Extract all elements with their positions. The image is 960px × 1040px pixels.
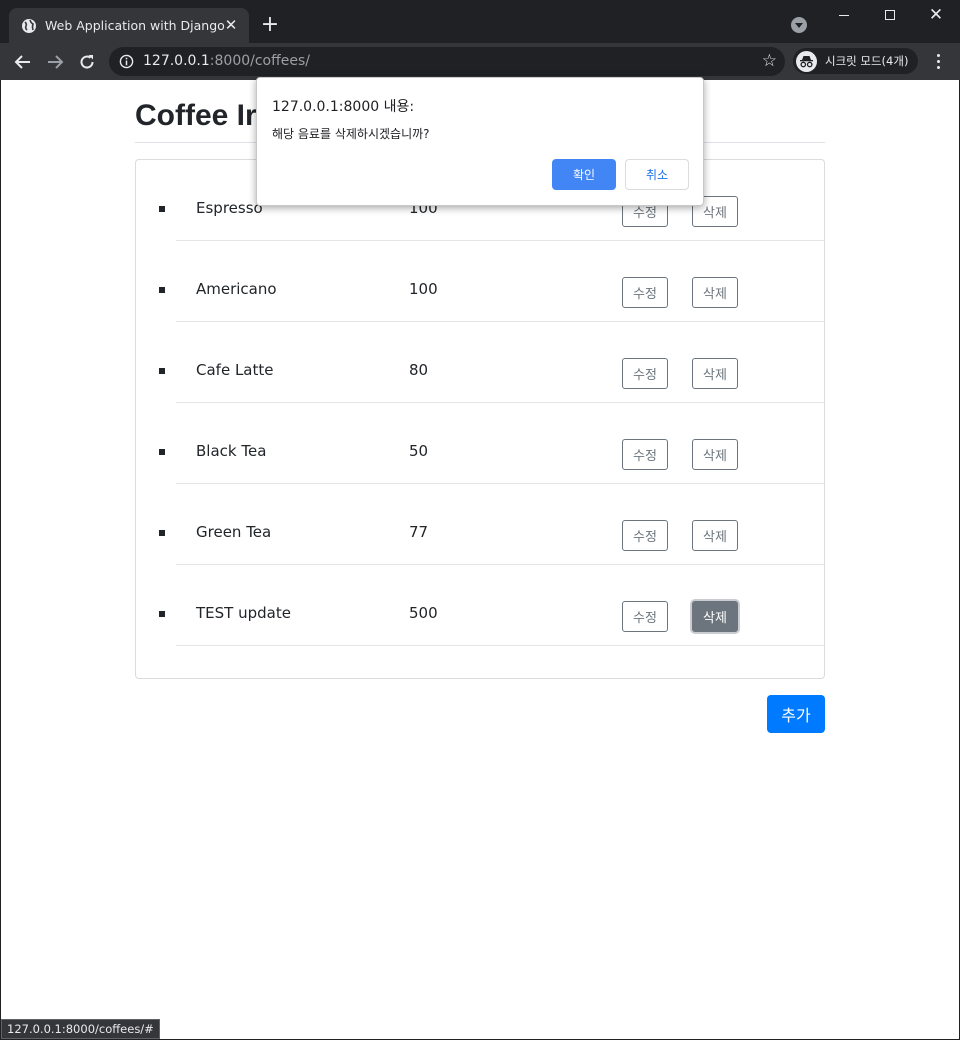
delete-button[interactable]: 삭제 — [692, 601, 738, 632]
link-status-bar: 127.0.0.1:8000/coffees/# — [1, 1019, 160, 1039]
coffee-list: Espresso 100 수정 삭제 Americano 100 수정 삭제 C… — [136, 160, 824, 646]
browser-tab[interactable]: Web Application with Django ✕ — [9, 8, 249, 43]
bullet-icon — [159, 449, 165, 455]
delete-button[interactable]: 삭제 — [692, 439, 738, 470]
coffee-list-card: Espresso 100 수정 삭제 Americano 100 수정 삭제 C… — [135, 159, 825, 679]
list-item: Americano 100 수정 삭제 — [136, 241, 824, 322]
item-price: 80 — [409, 361, 429, 379]
dialog-title: 127.0.0.1:8000 내용: — [272, 99, 415, 115]
browser-titlebar: Web Application with Django ✕ + ✕ — [0, 0, 960, 43]
list-item: Cafe Latte 80 수정 삭제 — [136, 322, 824, 403]
item-price: 77 — [409, 523, 429, 541]
browser-toolbar: 127.0.0.1:8000/coffees/ ☆ 시크릿 모드(4개) — [0, 43, 960, 80]
close-tab-icon[interactable]: ✕ — [223, 17, 239, 33]
edit-button[interactable]: 수정 — [622, 439, 668, 470]
page-title: Coffee Ir — [135, 99, 257, 132]
globe-icon — [22, 18, 36, 33]
tab-title: Web Application with Django — [45, 18, 225, 33]
page-viewport: Coffee Ir Espresso 100 수정 삭제 Americano 1… — [1, 80, 959, 1039]
incognito-icon — [796, 50, 817, 72]
incognito-label: 시크릿 모드(4개) — [825, 54, 909, 68]
item-name: Black Tea — [196, 442, 267, 460]
tab-search-icon[interactable] — [791, 17, 807, 33]
row-divider — [176, 645, 824, 646]
bookmark-star-icon[interactable]: ☆ — [762, 52, 777, 70]
bullet-icon — [159, 287, 165, 293]
item-name: Cafe Latte — [196, 361, 274, 379]
delete-button[interactable]: 삭제 — [692, 358, 738, 389]
item-name: Espresso — [196, 199, 263, 217]
maximize-icon[interactable] — [867, 0, 913, 30]
confirm-cancel-button[interactable]: 취소 — [625, 159, 689, 190]
bullet-icon — [159, 530, 165, 536]
back-arrow-icon[interactable] — [10, 49, 36, 75]
forward-arrow-icon[interactable] — [42, 49, 68, 75]
bullet-icon — [159, 611, 165, 617]
list-item: Black Tea 50 수정 삭제 — [136, 403, 824, 484]
bullet-icon — [159, 206, 165, 212]
item-name: TEST update — [196, 604, 291, 622]
new-tab-icon[interactable]: + — [258, 13, 282, 37]
reload-icon[interactable] — [74, 49, 100, 75]
edit-button[interactable]: 수정 — [622, 358, 668, 389]
list-item: TEST update 500 수정 삭제 — [136, 565, 824, 646]
add-button[interactable]: 추가 — [767, 695, 825, 733]
delete-button[interactable]: 삭제 — [692, 277, 738, 308]
kebab-menu-icon[interactable] — [928, 51, 948, 71]
url-path: :8000/coffees/ — [209, 53, 311, 69]
list-item: Green Tea 77 수정 삭제 — [136, 484, 824, 565]
item-price: 100 — [409, 280, 438, 298]
item-price: 50 — [409, 442, 429, 460]
url-host: 127.0.0.1 — [143, 53, 210, 69]
edit-button[interactable]: 수정 — [622, 601, 668, 632]
item-name: Green Tea — [196, 523, 272, 541]
info-icon[interactable] — [119, 54, 134, 69]
item-name: Americano — [196, 280, 277, 298]
address-bar[interactable]: 127.0.0.1:8000/coffees/ ☆ — [109, 47, 785, 76]
url-text[interactable]: 127.0.0.1:8000/coffees/ — [143, 53, 310, 69]
bullet-icon — [159, 368, 165, 374]
item-price: 500 — [409, 604, 438, 622]
incognito-indicator[interactable]: 시크릿 모드(4개) — [793, 48, 918, 74]
dialog-message: 해당 음료를 삭제하시겠습니까? — [272, 127, 430, 141]
edit-button[interactable]: 수정 — [622, 520, 668, 551]
confirm-ok-button[interactable]: 확인 — [552, 159, 616, 190]
delete-button[interactable]: 삭제 — [692, 520, 738, 551]
edit-button[interactable]: 수정 — [622, 277, 668, 308]
window-close-icon[interactable]: ✕ — [913, 0, 959, 30]
confirm-dialog: 127.0.0.1:8000 내용: 해당 음료를 삭제하시겠습니까? 확인 취… — [256, 77, 704, 206]
minimize-icon[interactable] — [821, 0, 867, 30]
